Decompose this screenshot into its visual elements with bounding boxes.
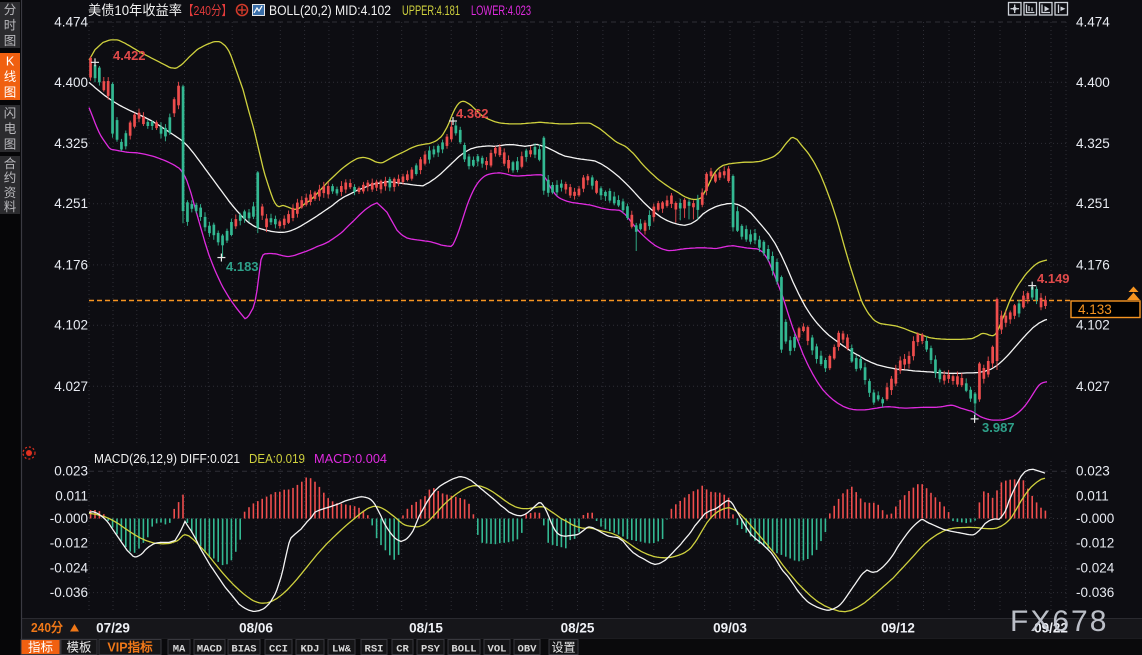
svg-text:美债10年收益率: 美债10年收益率	[88, 2, 182, 18]
svg-text:0.011: 0.011	[55, 488, 88, 503]
svg-text:4.251: 4.251	[1076, 196, 1110, 211]
svg-text:4.133: 4.133	[1078, 302, 1112, 317]
svg-text:4.027: 4.027	[1076, 379, 1110, 394]
svg-text:-0.036: -0.036	[50, 585, 88, 600]
svg-text:图: 图	[4, 138, 17, 152]
svg-text:图: 图	[4, 34, 17, 48]
svg-text:-0.000: -0.000	[50, 511, 88, 526]
svg-text:4.251: 4.251	[54, 196, 88, 211]
svg-text:-0.012: -0.012	[50, 536, 88, 551]
svg-text:资: 资	[4, 186, 17, 200]
svg-text:K: K	[6, 54, 15, 68]
svg-text:-0.000: -0.000	[1076, 511, 1114, 526]
svg-text:CR: CR	[396, 644, 409, 655]
svg-text:0.023: 0.023	[54, 464, 88, 479]
svg-text:-0.036: -0.036	[1076, 585, 1114, 600]
svg-text:0.023: 0.023	[1076, 464, 1110, 479]
svg-text:MACD:0.004: MACD:0.004	[314, 451, 387, 466]
svg-text:BOLL(20,2) MID:4.102: BOLL(20,2) MID:4.102	[269, 3, 391, 18]
svg-text:PSY: PSY	[421, 644, 441, 655]
svg-text:线: 线	[4, 70, 17, 84]
svg-text:MA: MA	[173, 644, 186, 655]
svg-text:OBV: OBV	[518, 644, 538, 655]
svg-text:08/06: 08/06	[239, 621, 273, 636]
svg-text:分: 分	[4, 3, 17, 17]
svg-text:-0.012: -0.012	[1076, 536, 1114, 551]
svg-text:UPPER:4.181: UPPER:4.181	[402, 3, 460, 18]
svg-text:KDJ: KDJ	[301, 644, 320, 655]
svg-text:MACD(26,12,9) DIFF:0.021: MACD(26,12,9) DIFF:0.021	[94, 451, 240, 466]
svg-text:CCI: CCI	[269, 644, 288, 655]
svg-text:-0.024: -0.024	[50, 560, 89, 575]
svg-text:4.102: 4.102	[54, 318, 88, 333]
svg-text:4.176: 4.176	[54, 257, 88, 272]
svg-text:4.362: 4.362	[456, 106, 489, 121]
svg-text:4.474: 4.474	[1076, 15, 1110, 30]
svg-text:-0.024: -0.024	[1076, 560, 1115, 575]
svg-text:指标: 指标	[28, 640, 53, 655]
svg-text:4.474: 4.474	[54, 15, 88, 30]
svg-text:LW&: LW&	[332, 644, 352, 655]
svg-text:09/03: 09/03	[713, 621, 747, 636]
svg-text:料: 料	[4, 200, 17, 214]
svg-text:4.325: 4.325	[54, 136, 88, 151]
svg-text:VOL: VOL	[488, 644, 507, 655]
svg-text:合: 合	[4, 156, 17, 171]
svg-text:闪: 闪	[4, 106, 17, 120]
svg-text:BOLL: BOLL	[451, 644, 476, 655]
svg-text:电: 电	[4, 122, 17, 136]
svg-text:FX678: FX678	[1010, 605, 1108, 638]
svg-text:4.400: 4.400	[1076, 75, 1110, 90]
svg-text:时: 时	[4, 19, 17, 33]
svg-text:4.176: 4.176	[1076, 257, 1110, 272]
svg-text:0.011: 0.011	[1076, 488, 1109, 503]
svg-text:4.149: 4.149	[1037, 271, 1070, 286]
svg-text:图: 图	[4, 86, 17, 100]
svg-text:LOWER:4.023: LOWER:4.023	[471, 3, 531, 18]
svg-text:MACD: MACD	[197, 644, 222, 655]
svg-text:240分: 240分	[31, 620, 63, 635]
svg-text:4.422: 4.422	[113, 48, 146, 63]
svg-text:08/25: 08/25	[561, 621, 595, 636]
svg-text:4.102: 4.102	[1076, 318, 1110, 333]
svg-text:09/12: 09/12	[881, 621, 915, 636]
svg-text:设置: 设置	[551, 641, 575, 655]
svg-text:RSI: RSI	[365, 644, 384, 655]
svg-text:DEA:0.019: DEA:0.019	[249, 451, 305, 466]
svg-text:08/15: 08/15	[409, 621, 443, 636]
svg-text:07/29: 07/29	[96, 621, 130, 636]
svg-text:【240分】: 【240分】	[183, 3, 232, 18]
svg-text:VIP指标: VIP指标	[107, 640, 153, 655]
svg-text:4.183: 4.183	[226, 259, 259, 274]
svg-text:4.325: 4.325	[1076, 136, 1110, 151]
svg-text:3.987: 3.987	[982, 420, 1015, 435]
svg-text:4.027: 4.027	[54, 379, 88, 394]
svg-text:BIAS: BIAS	[231, 644, 256, 655]
svg-text:约: 约	[4, 170, 17, 185]
svg-text:4.400: 4.400	[54, 75, 88, 90]
svg-text:模板: 模板	[66, 641, 92, 655]
